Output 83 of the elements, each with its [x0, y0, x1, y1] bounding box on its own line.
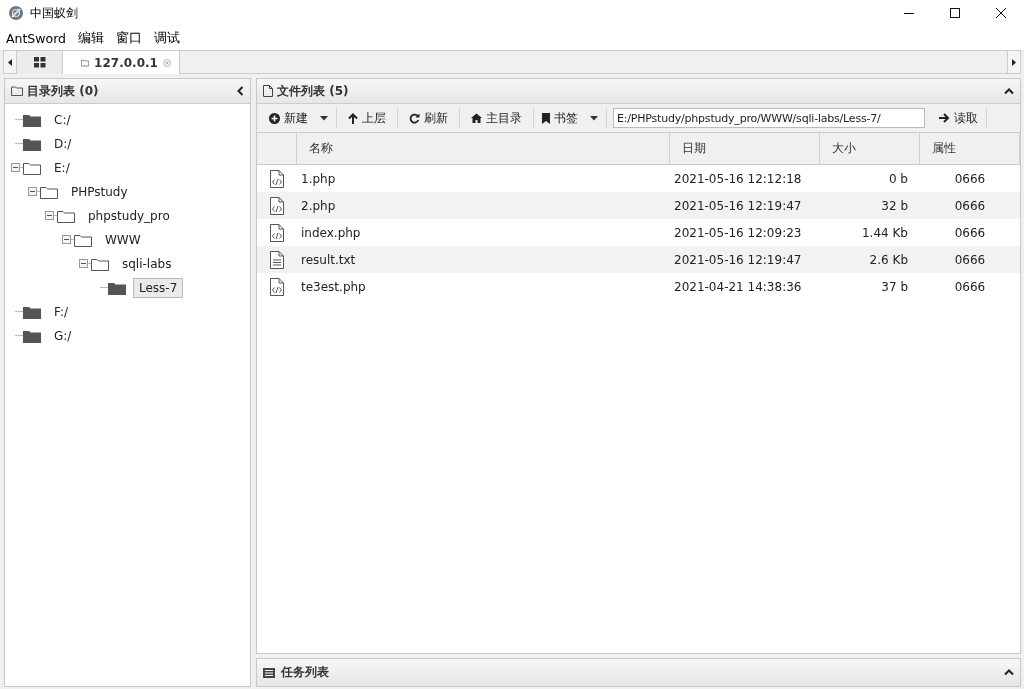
table-cell-text: 2021-05-16 12:19:47 [673, 251, 803, 269]
refresh-icon [409, 112, 420, 124]
scroll-right-button[interactable] [1007, 51, 1020, 73]
file-name: result.txt [300, 251, 357, 269]
tree-item[interactable]: phpstudy_pro [82, 206, 176, 226]
table-cell-text: 2021-04-21 14:38:36 [673, 278, 803, 296]
chevron-left-icon [237, 86, 244, 96]
chevron-up-icon [1004, 87, 1014, 95]
collapse-icon [62, 235, 71, 244]
folder-icon [11, 86, 23, 96]
table-cell-text: 0666 [953, 278, 987, 296]
tree-item[interactable]: sqli-labs [116, 254, 178, 274]
menu-item[interactable]: 调试 [148, 29, 187, 47]
chevron-up-icon [1004, 669, 1014, 676]
collapse-button[interactable] [237, 86, 244, 96]
panel-title: 任务列表 [281, 664, 330, 681]
tree-item[interactable]: Less-7 [133, 278, 184, 298]
caret-icon [590, 115, 598, 121]
list-icon [263, 667, 275, 678]
table-cell-text: 2021-05-16 12:09:23 [673, 224, 803, 242]
home-icon [471, 113, 482, 123]
collapse-icon [11, 163, 20, 172]
toolbar-button[interactable]: 刷新 [398, 107, 459, 129]
right-arrow-icon [1012, 58, 1016, 66]
arrow-right-icon [939, 113, 950, 123]
column-header[interactable]: 名称 [297, 133, 670, 164]
tree-item[interactable]: C:/ [48, 110, 77, 130]
collapse-button[interactable] [1004, 87, 1014, 95]
read-button[interactable]: 读取 [931, 107, 986, 129]
dropdown-button[interactable]: 新建 [261, 107, 336, 129]
table-cell-text: 32 b [880, 197, 909, 215]
panel-title: 目录列表 (0) [27, 82, 100, 100]
page-icon [263, 85, 273, 97]
table-cell-text: 2021-05-16 12:19:47 [673, 197, 803, 215]
collapse-icon [45, 211, 54, 220]
table-cell-text: 1.44 Kb [860, 224, 909, 242]
path-field[interactable]: E:/PHPstudy/phpstudy_pro/WWW/sqli-labs/Less-7/ [613, 108, 925, 128]
window-title: 中国蚁剑 [30, 4, 79, 22]
plus-circle-icon [269, 112, 280, 124]
table-cell-text: 0666 [953, 224, 987, 242]
maximize-icon [950, 8, 960, 18]
tree-item[interactable]: D:/ [48, 134, 78, 154]
table-cell-text: 0666 [953, 170, 987, 188]
collapse-icon [79, 259, 88, 268]
collapse-icon [28, 187, 37, 196]
close-icon [996, 8, 1006, 18]
tree-item[interactable]: WWW [99, 230, 147, 250]
column-header[interactable]: 日期 [670, 133, 820, 164]
file-name: 1.php [300, 170, 337, 188]
home-tab[interactable] [17, 51, 63, 74]
table-cell-text: 0 b [887, 170, 909, 188]
table-cell-text: 37 b [880, 278, 909, 296]
column-header[interactable]: 属性 [920, 133, 1020, 164]
grid-icon [33, 57, 46, 68]
table-cell-text: 2.6 Kb [868, 251, 909, 269]
bookmark-icon [542, 112, 550, 124]
file-name: te3est.php [300, 278, 367, 296]
toolbar-button[interactable]: 上层 [337, 107, 397, 129]
tree-item[interactable]: PHPstudy [65, 182, 134, 202]
tree-item[interactable]: E:/ [48, 158, 76, 178]
table-cell-text: 2021-05-16 12:12:18 [673, 170, 803, 188]
dropdown-button[interactable]: 书签 [534, 107, 606, 129]
column-header[interactable]: 大小 [820, 133, 920, 164]
close-icon [162, 56, 171, 69]
menu-item[interactable]: 窗口 [110, 29, 149, 47]
tree-item[interactable]: F:/ [48, 302, 75, 322]
arrow-up-icon [348, 112, 358, 124]
caret-icon [320, 115, 328, 121]
toolbar-button[interactable]: 主目录 [460, 107, 533, 129]
left-arrow-icon [8, 58, 12, 66]
tree-item[interactable]: G:/ [48, 326, 78, 346]
logo-icon [8, 5, 24, 21]
menu-item[interactable]: 编辑 [72, 29, 111, 47]
table-cell-text: 0666 [953, 197, 987, 215]
table-cell-text: 0666 [953, 251, 987, 269]
file-name: index.php [300, 224, 362, 242]
scroll-left-button[interactable] [4, 51, 17, 73]
menu-item[interactable]: AntSword [0, 30, 73, 46]
panel-title: 文件列表 (5) [277, 82, 350, 100]
file-name: 2.php [300, 197, 337, 215]
expand-button[interactable] [1004, 669, 1014, 676]
host-tab[interactable]: 127.0.0.1 [63, 51, 180, 74]
folder-icon [81, 57, 90, 68]
